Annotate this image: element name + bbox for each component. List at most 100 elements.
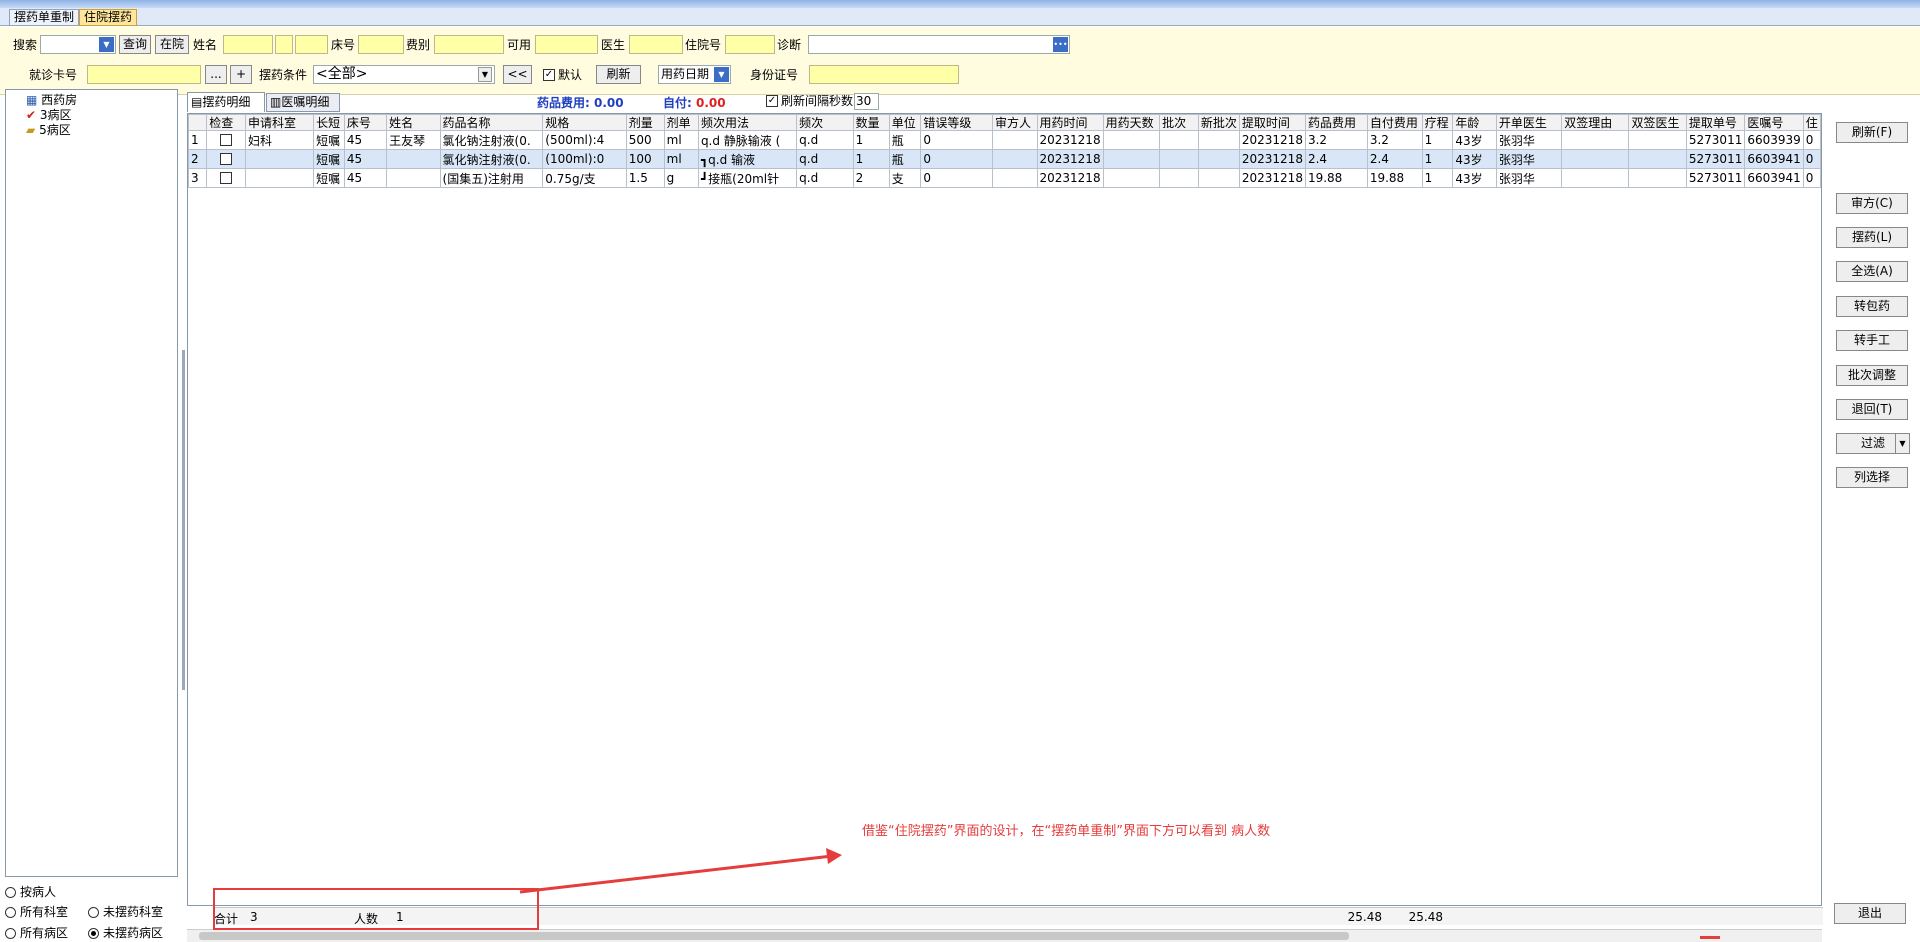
- side-button[interactable]: 退回(T): [1836, 399, 1908, 420]
- available-field[interactable]: [535, 35, 598, 54]
- column-header[interactable]: 剂单: [663, 114, 699, 131]
- tree-item-ward3[interactable]: ✔ 3病区: [26, 108, 72, 123]
- horizontal-scrollbar[interactable]: [187, 929, 1822, 942]
- table-row[interactable]: 1 妇科 短嘱 45 王友琴 氯化钠注射液(0. (500ml):4 500 ml q.d 静脉输…: [188, 130, 1821, 150]
- radio-all-ward[interactable]: 所有病区: [5, 924, 68, 941]
- column-header[interactable]: 医嘱号: [1744, 114, 1804, 131]
- row-checkbox[interactable]: [220, 172, 233, 184]
- tree-label: 西药房: [41, 93, 78, 107]
- table-cell: 1: [1421, 130, 1454, 150]
- side-button[interactable]: 刷新(F): [1836, 122, 1908, 143]
- side-button[interactable]: 审方(C): [1836, 193, 1908, 214]
- plus-button[interactable]: +: [230, 65, 252, 84]
- doctor-field[interactable]: [629, 35, 683, 54]
- tab-inpatient-dispense[interactable]: 住院摆药: [79, 9, 138, 26]
- column-header[interactable]: 开单医生: [1495, 114, 1563, 131]
- chevron-down-icon[interactable]: ▼: [478, 67, 492, 82]
- column-header[interactable]: 提取单号: [1685, 114, 1746, 131]
- tab-dispense-detail[interactable]: ▤摆药明细: [187, 92, 265, 112]
- column-header[interactable]: 频次用法: [697, 114, 798, 131]
- splitter-handle[interactable]: [182, 350, 185, 690]
- column-header[interactable]: 长短: [313, 114, 345, 131]
- prev-button[interactable]: <<: [503, 65, 532, 84]
- column-header[interactable]: 用药天数: [1102, 114, 1161, 131]
- default-checkbox[interactable]: ✓: [543, 69, 555, 81]
- table-cell[interactable]: [206, 130, 247, 150]
- refresh-interval-input[interactable]: 30: [854, 93, 879, 110]
- row-checkbox[interactable]: [220, 153, 233, 165]
- side-button[interactable]: 过滤 ▼: [1836, 433, 1910, 454]
- bed-field[interactable]: [358, 35, 404, 54]
- name-field-3[interactable]: [295, 35, 328, 54]
- side-button[interactable]: 转手工: [1836, 330, 1908, 351]
- id-field[interactable]: [809, 65, 959, 84]
- exit-button[interactable]: 退出: [1834, 903, 1906, 924]
- refresh-interval-checkbox[interactable]: ✓: [766, 95, 778, 107]
- column-header[interactable]: 年龄: [1452, 114, 1497, 131]
- column-header[interactable]: 规格: [542, 114, 627, 131]
- inhospital-button[interactable]: 在院: [155, 35, 189, 54]
- tree-item-ward5[interactable]: ▰ 5病区: [26, 123, 71, 138]
- column-header[interactable]: 剂量: [625, 114, 665, 131]
- diagnosis-field[interactable]: •••: [808, 35, 1070, 54]
- column-header[interactable]: 药品名称: [439, 114, 544, 131]
- fee-type-field[interactable]: [434, 35, 504, 54]
- name-field-2[interactable]: [275, 35, 293, 54]
- column-header[interactable]: 新批次: [1197, 114, 1240, 131]
- column-header[interactable]: 数量: [852, 114, 890, 131]
- column-header[interactable]: 批次: [1159, 114, 1199, 131]
- column-header[interactable]: 检查: [206, 114, 247, 131]
- search-select[interactable]: ▼: [40, 35, 116, 54]
- tab-order-detail[interactable]: ▥医嘱明细: [266, 93, 340, 112]
- side-button[interactable]: 摆药(L): [1836, 227, 1908, 248]
- radio-not-dept[interactable]: 未摆药科室: [88, 903, 163, 920]
- side-button[interactable]: 全选(A): [1836, 261, 1908, 282]
- column-header[interactable]: 双签医生: [1628, 114, 1687, 131]
- column-header[interactable]: 提取时间: [1238, 114, 1306, 131]
- query-button[interactable]: 查询: [119, 35, 151, 54]
- column-header[interactable]: 单位: [888, 114, 922, 131]
- column-header[interactable]: 床号: [343, 114, 388, 131]
- side-button[interactable]: 批次调整: [1836, 365, 1908, 386]
- side-button[interactable]: 转包药: [1836, 296, 1908, 317]
- radio-all-dept[interactable]: 所有科室: [5, 903, 68, 920]
- table-cell: 20231218: [1238, 168, 1306, 188]
- radio-by-patient[interactable]: 按病人: [5, 883, 56, 900]
- scrollbar-thumb[interactable]: [199, 932, 1349, 940]
- column-header[interactable]: 双签理由: [1561, 114, 1630, 131]
- date-mode-select[interactable]: 用药日期 ▼: [658, 65, 731, 84]
- column-header[interactable]: 频次: [796, 114, 854, 131]
- main-tab-bar: 摆药单重制 住院摆药: [0, 8, 1920, 26]
- ellipsis-button[interactable]: ...: [205, 65, 227, 84]
- admission-field[interactable]: [725, 35, 775, 54]
- column-header[interactable]: 申请科室: [245, 114, 315, 131]
- chevron-down-icon[interactable]: ▼: [714, 67, 729, 82]
- visit-card-field[interactable]: [87, 65, 201, 84]
- condition-select[interactable]: <全部> ▼: [313, 65, 495, 84]
- table-row[interactable]: 2 短嘱 45 氯化钠注射液(0. (100ml):0 100 ml ┓q.d 输液 q.d 1 瓶…: [188, 149, 1821, 169]
- tree-item-pharmacy[interactable]: ▦ 西药房: [26, 93, 77, 108]
- column-header[interactable]: 自付费用: [1366, 114, 1423, 131]
- table-cell: 20231218: [1238, 130, 1306, 150]
- row-checkbox[interactable]: [220, 134, 233, 146]
- column-header[interactable]: 住: [1802, 114, 1821, 131]
- column-header[interactable]: 错误等级: [920, 114, 993, 131]
- table-cell: 6603941: [1744, 149, 1804, 169]
- column-header[interactable]: 姓名: [386, 114, 441, 131]
- table-cell: [1197, 130, 1240, 150]
- column-header[interactable]: 用药时间: [1036, 114, 1104, 131]
- chevron-down-icon[interactable]: ▼: [99, 37, 114, 52]
- tab-reprint[interactable]: 摆药单重制: [9, 9, 80, 26]
- name-field[interactable]: [223, 35, 273, 54]
- column-header[interactable]: 审方人: [991, 114, 1038, 131]
- column-header[interactable]: 疗程: [1421, 114, 1454, 131]
- table-cell[interactable]: [206, 149, 247, 169]
- table-row[interactable]: 3 短嘱 45 (国集五)注射用 0.75g/支 1.5 g ┛接瓶(20ml针 q.d 2 支 0 2…: [188, 168, 1821, 188]
- chevron-down-icon[interactable]: ▼: [1895, 434, 1909, 453]
- refresh-button[interactable]: 刷新: [596, 65, 641, 84]
- column-header[interactable]: 药品费用: [1304, 114, 1368, 131]
- radio-not-ward[interactable]: 未摆药病区: [88, 924, 163, 941]
- ellipsis-icon[interactable]: •••: [1053, 37, 1068, 52]
- table-cell[interactable]: [206, 168, 247, 188]
- side-button[interactable]: 列选择: [1836, 467, 1908, 488]
